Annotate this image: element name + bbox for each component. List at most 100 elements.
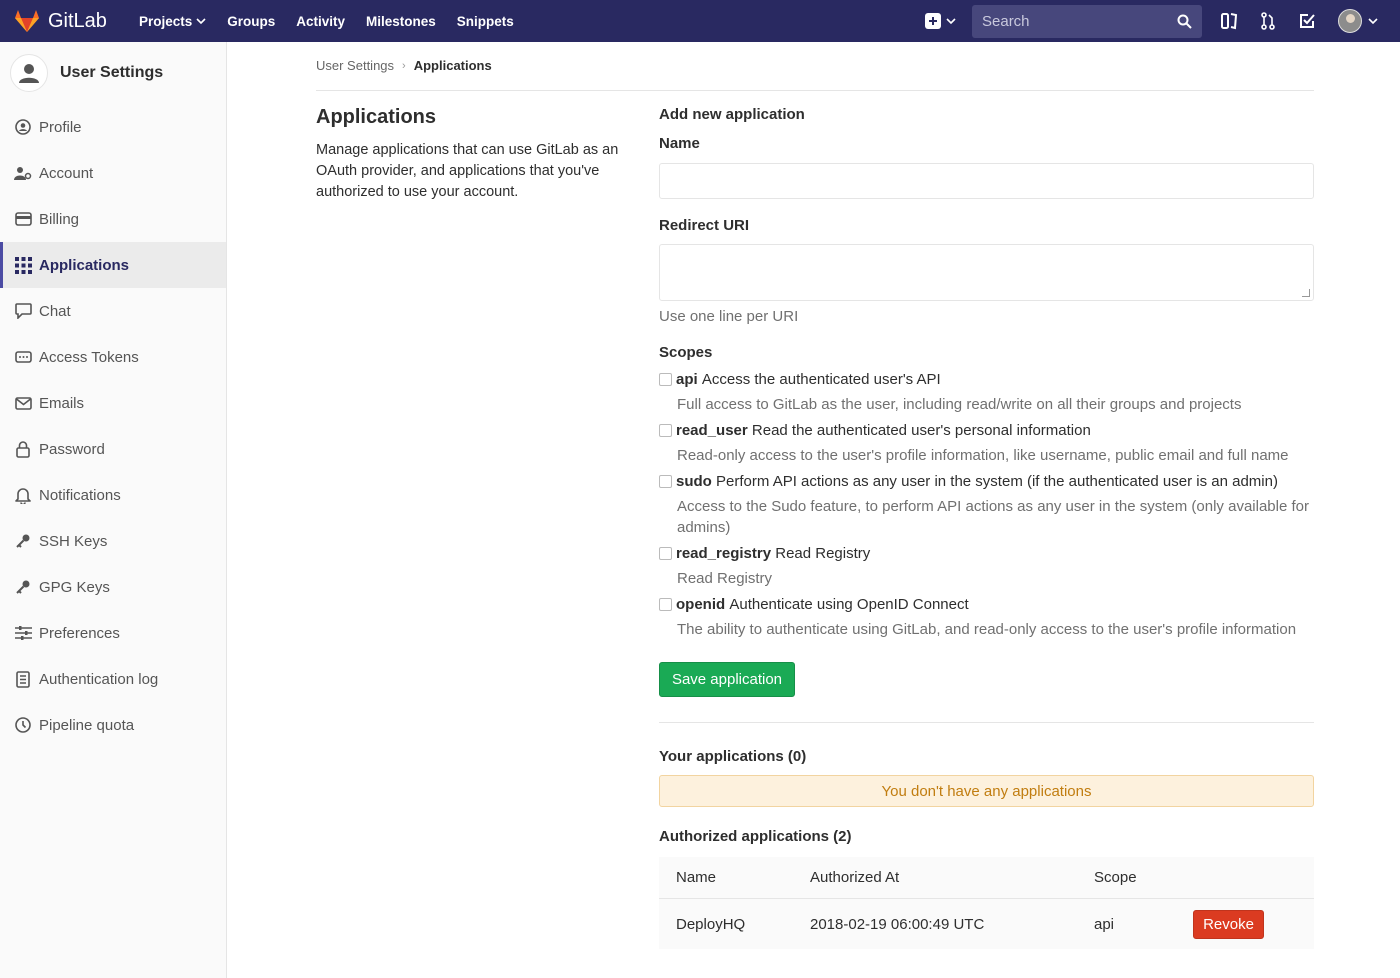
sidebar-item-emails[interactable]: Emails xyxy=(0,380,226,426)
sidebar-item-notifications[interactable]: Notifications xyxy=(0,472,226,518)
redirect-uri-label: Redirect URI xyxy=(659,217,750,234)
sidebar-item-password[interactable]: Password xyxy=(0,426,226,472)
brand-name: GitLab xyxy=(48,9,107,32)
account-icon xyxy=(14,164,32,182)
sidebar-item-label: GPG Keys xyxy=(39,578,110,596)
search-placeholder: Search xyxy=(982,12,1030,30)
sidebar-item-label: Emails xyxy=(39,394,85,412)
sidebar-item-billing[interactable]: Billing xyxy=(0,196,226,242)
redirect-uri-textarea[interactable] xyxy=(659,244,1314,301)
sidebar-item-authentication-log[interactable]: Authentication log xyxy=(0,656,226,702)
app-authorized-at: 2018-02-19 06:00:49 UTC xyxy=(810,915,985,933)
column-name: Name xyxy=(676,869,717,886)
redirect-uri-help: Use one line per URI xyxy=(659,308,799,325)
search-input[interactable]: Search xyxy=(972,4,1202,38)
sidebar-item-account[interactable]: Account xyxy=(0,150,226,196)
scope-title: Perform API actions as any user in the s… xyxy=(716,472,1278,490)
access-tokens-icon xyxy=(14,348,32,366)
sidebar-item-profile[interactable]: Profile xyxy=(0,104,226,150)
tanuki-icon xyxy=(15,10,39,32)
nav-groups[interactable]: Groups xyxy=(227,14,275,29)
scope-sudo-checkbox[interactable] xyxy=(659,474,672,488)
divider xyxy=(316,90,1314,91)
form-heading: Add new application xyxy=(659,106,805,123)
user-menu[interactable] xyxy=(1338,9,1378,33)
page-title: Applications xyxy=(316,106,437,128)
scope-title: Access the authenticated user's API xyxy=(701,370,941,388)
nav-projects-label: Projects xyxy=(138,13,193,29)
sidebar-title: User Settings xyxy=(60,64,164,81)
sidebar-item-label: Billing xyxy=(39,210,80,228)
save-application-button[interactable]: Save application xyxy=(659,662,795,697)
sidebar-item-applications[interactable]: Applications xyxy=(0,242,226,288)
ssh-keys-icon xyxy=(14,532,32,550)
scope-read-registry-checkbox[interactable] xyxy=(659,546,672,560)
intro-section: Applications Manage applications that ca… xyxy=(316,106,626,203)
top-navbar: GitLab Projects Groups Activity Mileston… xyxy=(0,0,1400,42)
sidebar-item-ssh-keys[interactable]: SSH Keys xyxy=(0,518,226,564)
breadcrumb: User Settings › Applications xyxy=(316,58,492,73)
name-label: Name xyxy=(659,135,700,152)
scope-read-registry: read_registry Read Registry Read Registr… xyxy=(659,544,1314,589)
sidebar-item-label: Preferences xyxy=(39,624,120,642)
chevron-right-icon: › xyxy=(402,59,406,72)
revoke-button[interactable]: Revoke xyxy=(1193,909,1264,939)
gitlab-logo[interactable]: GitLab xyxy=(14,9,107,33)
page-description: Manage applications that can use GitLab … xyxy=(316,142,619,200)
scope-description: Full access to GitLab as the user, inclu… xyxy=(677,396,1242,413)
nav-projects[interactable]: Projects xyxy=(139,14,206,29)
name-input[interactable] xyxy=(659,163,1314,199)
settings-sidebar: User Settings Profile Account Billing Ap… xyxy=(0,42,227,978)
nav-milestones[interactable]: Milestones xyxy=(366,14,436,29)
sidebar-item-label: Pipeline quota xyxy=(39,716,135,734)
sidebar-item-preferences[interactable]: Preferences xyxy=(0,610,226,656)
column-authorized-at: Authorized At xyxy=(810,869,900,886)
chevron-down-icon xyxy=(196,17,206,24)
pipeline-quota-icon xyxy=(14,716,32,734)
sidebar-item-label: Notifications xyxy=(39,486,121,504)
table-header: Name Authorized At Scope xyxy=(659,857,1314,899)
todo-icon[interactable] xyxy=(1298,12,1316,30)
sidebar-header[interactable]: User Settings xyxy=(0,42,226,104)
sidebar-item-access-tokens[interactable]: Access Tokens xyxy=(0,334,226,380)
scope-description: Read-only access to the user's profile i… xyxy=(677,447,1289,464)
search-icon xyxy=(1177,14,1192,29)
scope-description: The ability to authenticate using GitLab… xyxy=(677,621,1297,638)
scope-openid-checkbox[interactable] xyxy=(659,597,672,611)
chat-icon xyxy=(14,302,32,320)
gpg-keys-icon xyxy=(14,578,32,596)
applications-icon xyxy=(14,256,32,274)
scope-description: Access to the Sudo feature, to perform A… xyxy=(677,498,1309,536)
sidebar-item-label: Applications xyxy=(39,256,130,274)
authorized-applications-table: Name Authorized At Scope DeployHQ 2018-0… xyxy=(659,857,1314,949)
breadcrumb-current[interactable]: Applications xyxy=(414,58,492,73)
app-scope: api xyxy=(1094,915,1115,933)
scope-key: sudo xyxy=(676,472,712,490)
scope-api-checkbox[interactable] xyxy=(659,372,672,386)
chevron-down-icon xyxy=(946,17,956,24)
your-applications-heading: Your applications (0) xyxy=(659,748,807,765)
scope-openid: openid Authenticate using OpenID Connect… xyxy=(659,595,1314,640)
breadcrumb-parent-link[interactable]: User Settings xyxy=(316,58,394,73)
issues-icon[interactable] xyxy=(1220,12,1238,30)
authorized-applications-heading: Authorized applications (2) xyxy=(659,828,852,845)
merge-request-icon[interactable] xyxy=(1260,12,1276,30)
scope-title: Read the authenticated user's personal i… xyxy=(751,421,1091,439)
sidebar-item-pipeline-quota[interactable]: Pipeline quota xyxy=(0,702,226,748)
sidebar-item-gpg-keys[interactable]: GPG Keys xyxy=(0,564,226,610)
nav-activity[interactable]: Activity xyxy=(296,14,345,29)
new-dropdown-button[interactable] xyxy=(925,13,956,29)
scope-key: read_user xyxy=(676,421,748,439)
sidebar-item-label: Chat xyxy=(39,302,71,320)
sidebar-item-label: SSH Keys xyxy=(39,532,108,550)
billing-icon xyxy=(14,210,32,228)
sidebar-item-chat[interactable]: Chat xyxy=(0,288,226,334)
scope-key: api xyxy=(676,370,698,388)
sidebar-item-label: Access Tokens xyxy=(39,348,139,366)
chevron-down-icon xyxy=(1368,17,1378,24)
scope-read-user-checkbox[interactable] xyxy=(659,423,672,437)
scope-description: Read Registry xyxy=(677,570,773,587)
nav-snippets[interactable]: Snippets xyxy=(457,14,514,29)
scope-read-user: read_user Read the authenticated user's … xyxy=(659,421,1314,466)
sidebar-item-label: Password xyxy=(39,440,105,458)
